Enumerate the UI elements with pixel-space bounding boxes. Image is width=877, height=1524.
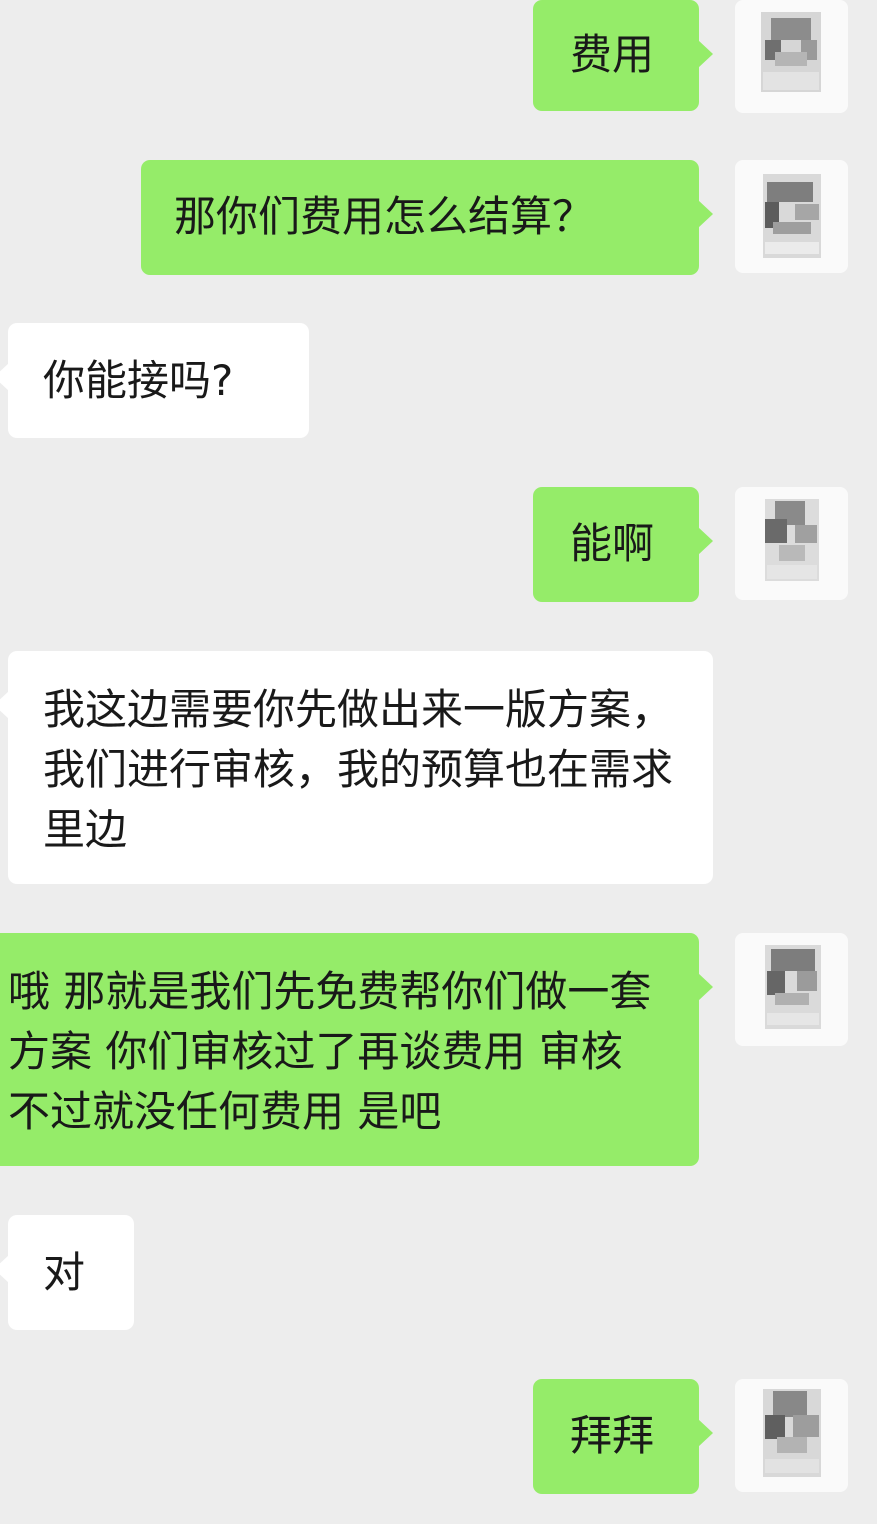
message-text: 拜拜 [570, 1411, 655, 1460]
message-text: 你能接吗? [43, 356, 234, 405]
message-text: 哦 那就是我们先免费帮你们做一套方案 你们审核过了再谈费用 审核不过就没任何费用… [8, 967, 652, 1136]
chat-message-list[interactable]: 费用 那你们费用怎么结算？ 你能接吗? 能啊 我这边需要你先做出来一版方案，我们… [0, 0, 877, 1524]
outgoing-message-bubble[interactable]: 哦 那就是我们先免费帮你们做一套方案 你们审核过了再谈费用 审核不过就没任何费用… [0, 933, 713, 1166]
incoming-message-bubble[interactable]: 你能接吗? [0, 323, 309, 438]
outgoing-message-bubble[interactable]: 费用 [533, 0, 713, 111]
message-text: 那你们费用怎么结算？ [174, 192, 595, 241]
outgoing-message-bubble[interactable]: 能啊 [533, 487, 713, 602]
pixelated-avatar-icon[interactable] [735, 160, 848, 273]
outgoing-message-bubble[interactable]: 那你们费用怎么结算？ [141, 160, 713, 275]
pixelated-avatar-icon[interactable] [735, 933, 848, 1046]
message-text: 对 [43, 1248, 86, 1297]
message-text: 能啊 [570, 519, 655, 568]
pixelated-avatar-icon[interactable] [735, 0, 848, 113]
message-text: 我这边需要你先做出来一版方案，我们进行审核，我的预算也在需求里边 [43, 685, 674, 854]
pixelated-avatar-icon[interactable] [735, 1379, 848, 1492]
message-text: 费用 [570, 30, 655, 79]
incoming-message-bubble[interactable]: 对 [0, 1215, 134, 1330]
pixelated-avatar-icon[interactable] [735, 487, 848, 600]
outgoing-message-bubble[interactable]: 拜拜 [533, 1379, 713, 1494]
incoming-message-bubble[interactable]: 我这边需要你先做出来一版方案，我们进行审核，我的预算也在需求里边 [0, 651, 713, 884]
